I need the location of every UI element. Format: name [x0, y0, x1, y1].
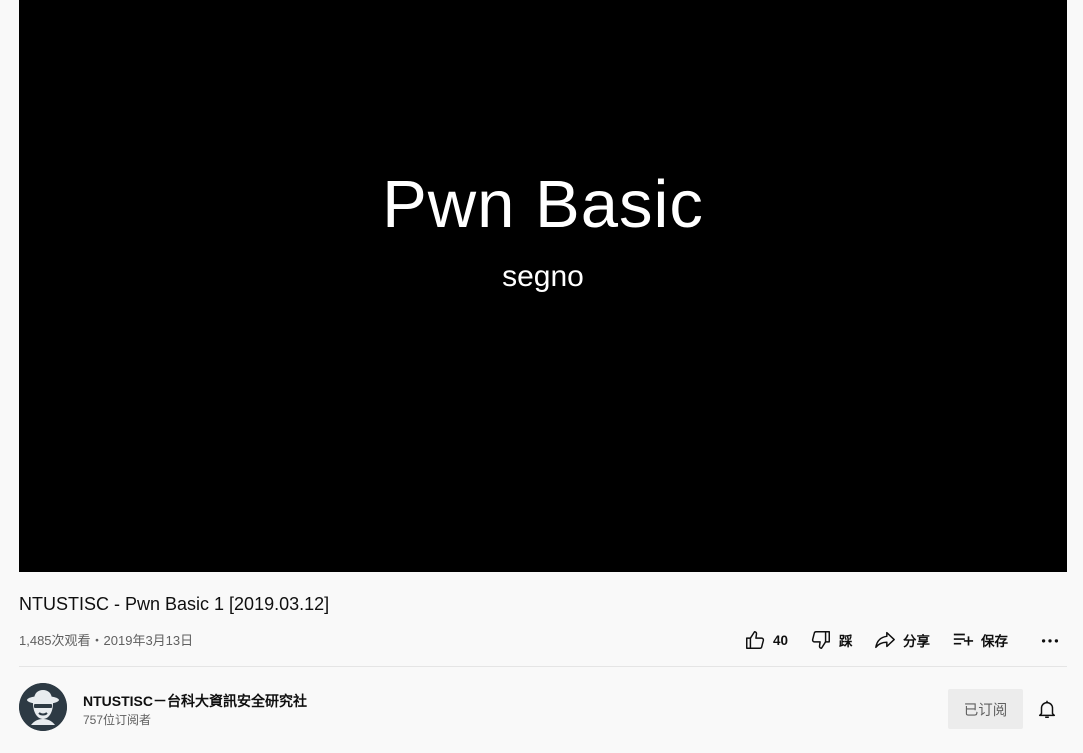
more-actions-button[interactable]: [1038, 629, 1062, 651]
channel-name[interactable]: NTUSTISC－台科大資訊安全研究社: [83, 691, 307, 711]
video-actions: 40 踩 分享 保存: [744, 628, 1062, 652]
like-button[interactable]: 40: [744, 629, 810, 651]
share-label: 分享: [903, 634, 930, 649]
thumbs-up-icon: [744, 629, 766, 651]
notification-bell-button[interactable]: [1036, 698, 1058, 720]
slide-subtitle: segno: [502, 260, 584, 293]
subscribed-button[interactable]: 已订阅: [948, 689, 1023, 729]
subscriber-count: 757位订阅者: [83, 713, 152, 727]
playlist-add-icon: [952, 629, 974, 651]
share-button[interactable]: 分享: [874, 629, 952, 651]
slide-title: Pwn Basic: [382, 167, 704, 242]
thumbs-down-icon: [810, 629, 832, 651]
watch-page: Pwn Basic segno NTUSTISC - Pwn Basic 1 […: [0, 0, 1083, 753]
divider: [19, 666, 1067, 667]
channel-avatar[interactable]: [19, 683, 67, 731]
bell-icon: [1036, 698, 1058, 720]
dislike-label: 踩: [839, 634, 853, 649]
save-label: 保存: [981, 634, 1008, 649]
video-meta: 1,485次观看・2019年3月13日: [19, 633, 194, 648]
video-player[interactable]: Pwn Basic segno: [19, 0, 1067, 572]
video-title: NTUSTISC - Pwn Basic 1 [2019.03.12]: [19, 594, 330, 614]
dislike-button[interactable]: 踩: [810, 629, 874, 651]
save-button[interactable]: 保存: [952, 629, 1034, 651]
more-horizontal-icon: [1039, 629, 1061, 651]
share-arrow-icon: [874, 629, 896, 651]
like-count: 40: [773, 632, 789, 648]
